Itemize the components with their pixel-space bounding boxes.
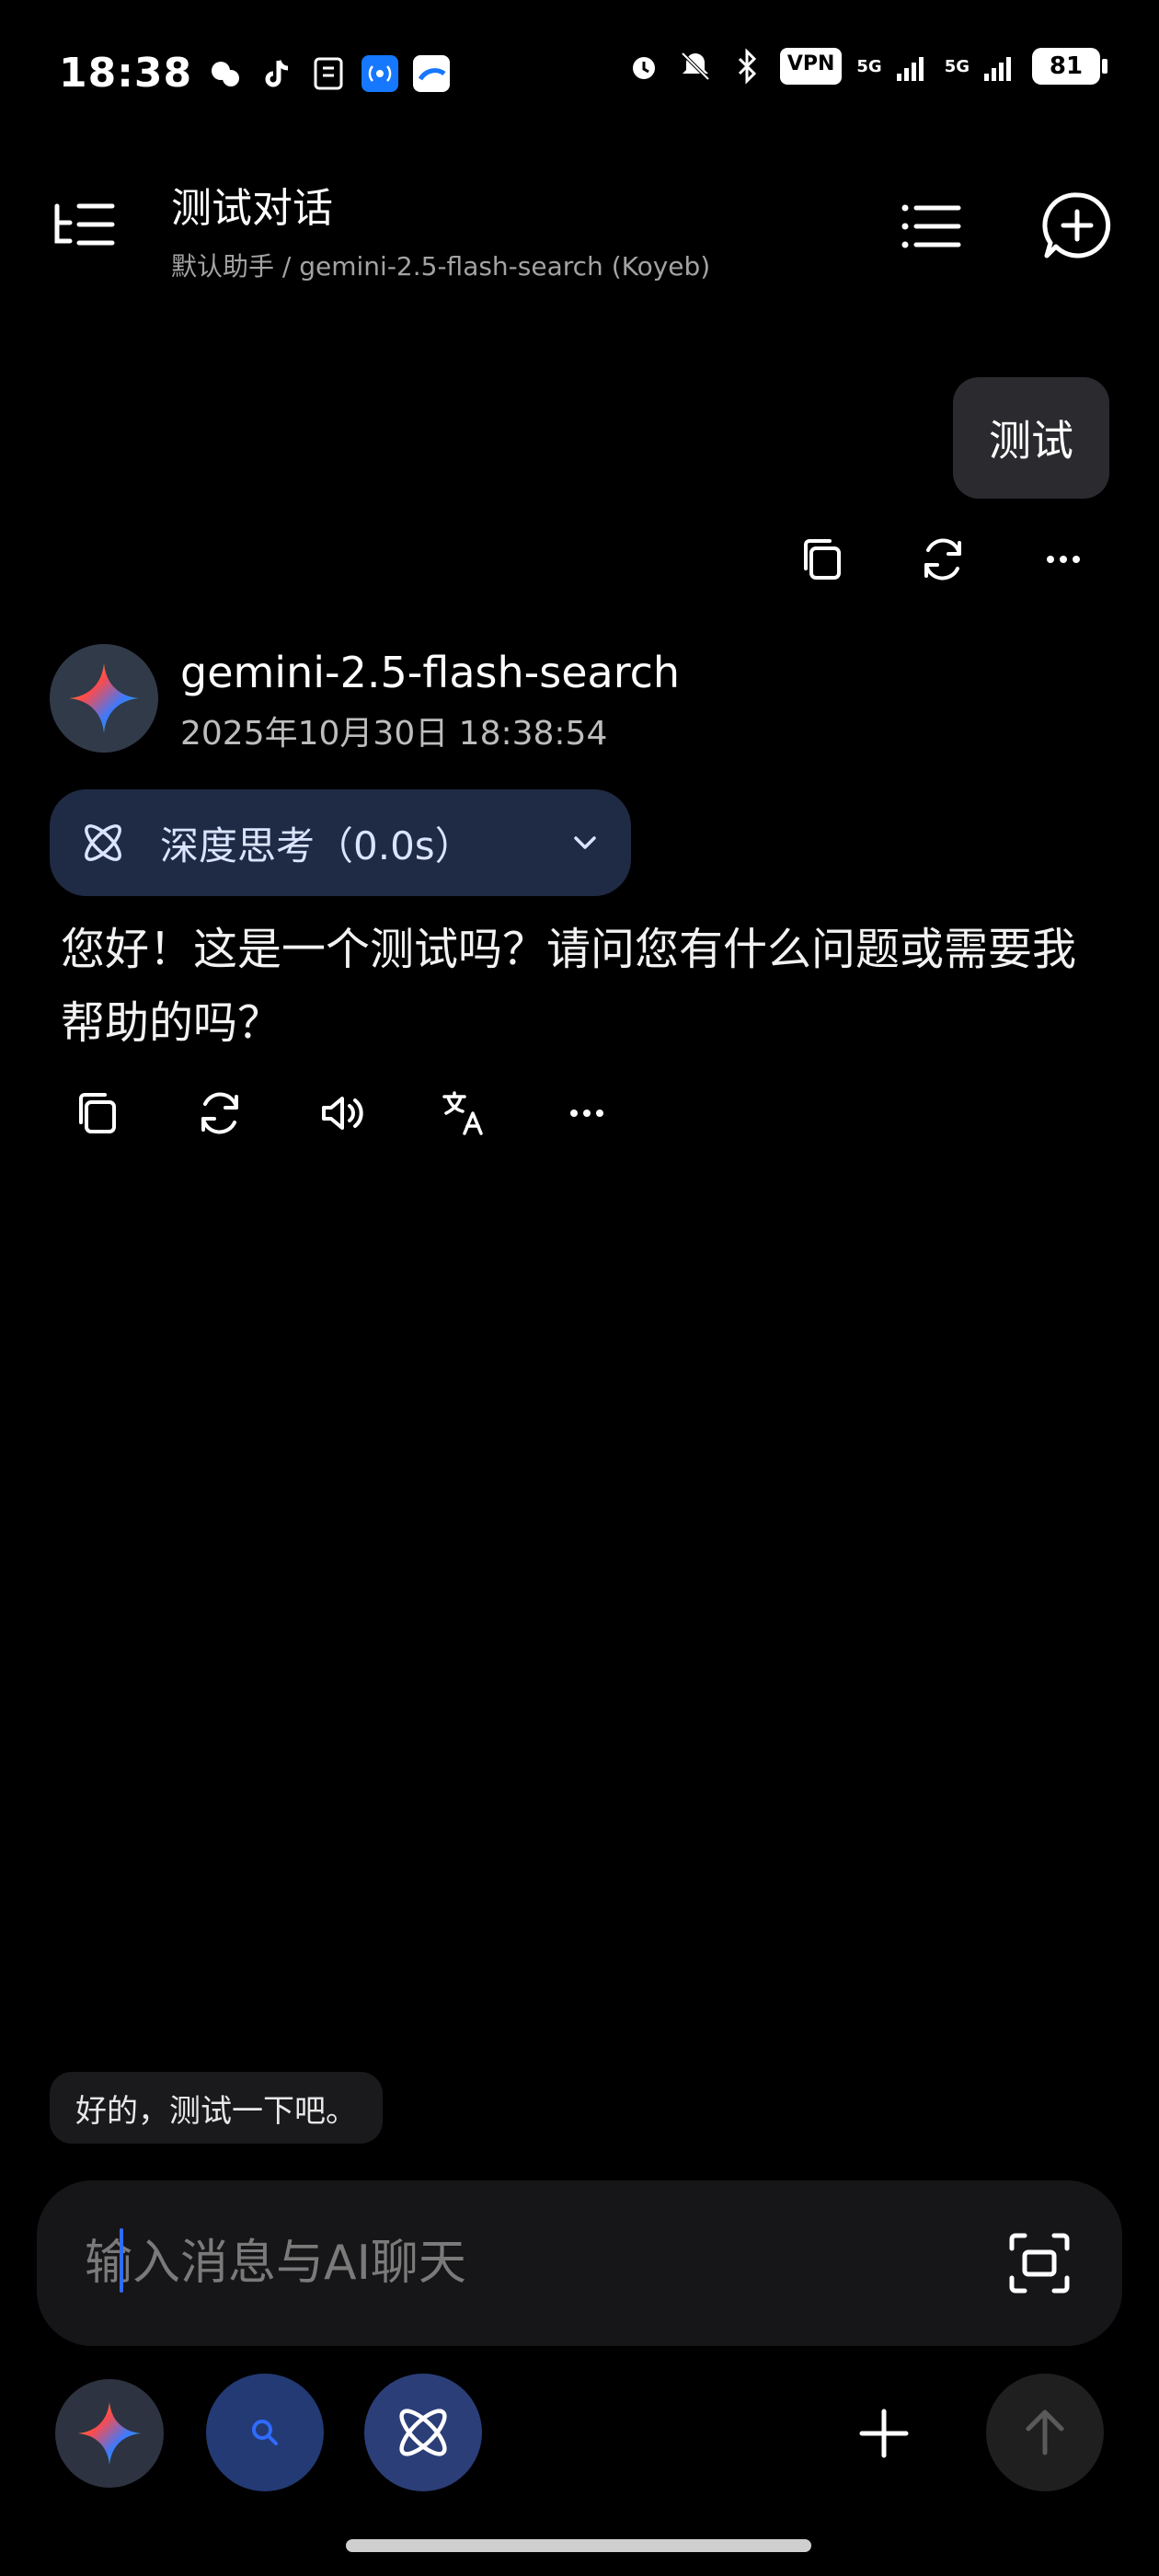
status-bar: 18:38 VPN 5G 5G 81 (59, 37, 1107, 107)
add-chat-icon (1042, 192, 1111, 259)
hotspot-icon (361, 54, 399, 92)
arrow-up-icon (1026, 2409, 1064, 2455)
text-caret (120, 2228, 123, 2293)
home-indicator[interactable] (346, 2539, 811, 2552)
suggestion-chip[interactable]: 好的，测试一下吧。 (50, 2072, 383, 2144)
copy-icon (804, 539, 841, 580)
new-chat-button[interactable] (1039, 188, 1115, 263)
conversation-title[interactable]: 测试对话 (171, 175, 907, 234)
attach-button[interactable] (830, 2379, 938, 2488)
search-icon (252, 2420, 278, 2445)
read-aloud-button[interactable] (311, 1082, 373, 1144)
refresh-icon (201, 1092, 238, 1134)
more-reply-button[interactable] (556, 1082, 618, 1144)
more-icon (570, 1110, 603, 1117)
more-button[interactable] (1032, 528, 1095, 591)
signal-icon (893, 48, 930, 85)
model-select-button[interactable] (55, 2379, 164, 2488)
chevron-down-icon (574, 836, 596, 849)
atom-icon (399, 2409, 447, 2456)
tiktok-icon (258, 55, 295, 92)
scan-button[interactable] (1003, 2226, 1076, 2300)
user-message-actions (791, 528, 1095, 592)
status-time: 18:38 (59, 50, 193, 97)
translate-icon (442, 1091, 483, 1135)
status-right: VPN 5G 5G 81 (625, 48, 1107, 85)
mute-icon (677, 48, 714, 85)
web-search-button[interactable] (206, 2374, 324, 2491)
list-icon (901, 204, 961, 248)
regenerate-reply-button[interactable] (189, 1082, 251, 1144)
alarm-icon (625, 48, 662, 85)
copy-reply-button[interactable] (66, 1082, 129, 1144)
bluetooth-icon (729, 48, 765, 85)
assistant-message-actions (66, 1082, 618, 1146)
app-icon (310, 55, 347, 92)
scan-icon (1009, 2233, 1070, 2294)
model-avatar (50, 644, 158, 753)
wechat-icon (207, 55, 244, 92)
assistant-message-header: gemini-2.5-flash-search 2025年10月30日 18:3… (50, 644, 1109, 754)
refresh-icon (924, 538, 961, 581)
outline-list-button[interactable] (898, 193, 964, 259)
network-type: 5G (856, 56, 882, 76)
status-left: 18:38 (59, 50, 451, 97)
cloud-app-icon (413, 54, 451, 92)
vpn-badge: VPN (779, 48, 843, 85)
assistant-model-subtitle[interactable]: 默认助手 / gemini-2.5-flash-search (Koyeb) (171, 247, 907, 283)
battery-indicator: 81 (1032, 48, 1107, 85)
deep-thinking-toggle[interactable]: 深度思考（0.0s） (50, 789, 631, 896)
send-button[interactable] (986, 2374, 1104, 2491)
more-icon (1047, 556, 1080, 563)
topic-list-icon (54, 203, 115, 246)
deep-thinking-button[interactable] (364, 2374, 482, 2491)
user-message-bubble[interactable]: 测试 (953, 377, 1109, 499)
message-input[interactable] (83, 2235, 1003, 2292)
copy-icon (79, 1093, 116, 1133)
gemini-logo-icon (77, 2401, 142, 2466)
translate-button[interactable] (433, 1082, 496, 1144)
deep-thinking-label: 深度思考（0.0s） (160, 822, 474, 868)
model-name: gemini-2.5-flash-search (180, 648, 681, 697)
copy-button[interactable] (791, 528, 854, 591)
sidebar-menu-button[interactable] (52, 193, 118, 259)
network-type-2: 5G (944, 56, 970, 76)
speaker-icon (322, 1097, 363, 1130)
bottom-toolbar (55, 2374, 1104, 2493)
regenerate-button[interactable] (912, 528, 974, 591)
signal-2-icon (981, 48, 1017, 85)
assistant-reply-text: 您好！这是一个测试吗？请问您有什么问题或需要我帮助的吗？ (61, 924, 1077, 1049)
gemini-logo-icon (69, 663, 139, 733)
title-block: 测试对话 默认助手 / gemini-2.5-flash-search (Koy… (171, 175, 907, 283)
message-timestamp: 2025年10月30日 18:38:54 (180, 715, 608, 753)
message-input-container (37, 2180, 1122, 2346)
plus-icon (859, 2409, 909, 2458)
atom-icon (85, 824, 121, 861)
chat-header: 测试对话 默认助手 / gemini-2.5-flash-search (Koy… (0, 162, 1159, 300)
